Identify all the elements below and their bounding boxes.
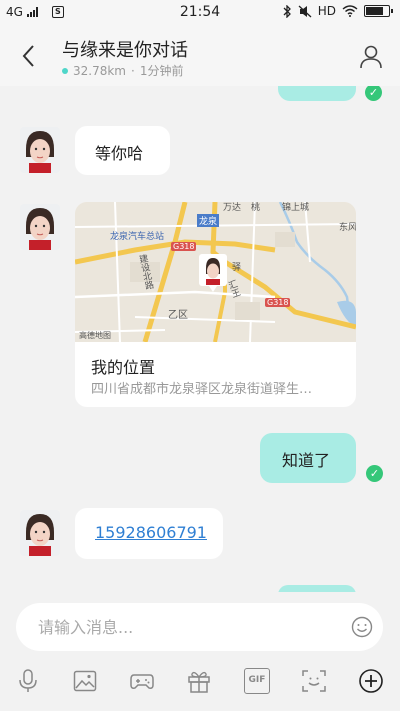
read-check-icon: ✓ bbox=[366, 465, 383, 482]
back-arrow-icon[interactable] bbox=[18, 42, 42, 70]
read-check-icon: ✓ bbox=[365, 86, 382, 101]
chat-title: 与缘来是你对话 bbox=[62, 40, 188, 61]
map-label: 锦上城 bbox=[282, 203, 310, 213]
face-scan-icon[interactable] bbox=[301, 668, 327, 694]
hd-indicator: HD bbox=[317, 4, 336, 18]
location-map[interactable]: 万达 桃 锦上城 龙泉 东风 龙泉汽车总站 G318 驿 建设北路 汇王 G31… bbox=[75, 202, 356, 342]
microphone-icon[interactable] bbox=[15, 668, 41, 694]
avatar[interactable] bbox=[20, 204, 60, 250]
message-bubble[interactable]: 等你哈 bbox=[75, 126, 170, 175]
status-right: HD bbox=[282, 4, 393, 18]
last-seen: 1分钟前 bbox=[139, 64, 184, 78]
message-input-container bbox=[16, 603, 383, 651]
image-icon[interactable] bbox=[72, 668, 98, 694]
gif-label: GIF bbox=[248, 675, 266, 685]
distance: 32.78km bbox=[73, 63, 126, 78]
message-input[interactable] bbox=[38, 615, 338, 639]
avatar[interactable] bbox=[20, 127, 60, 173]
map-label: 东风 bbox=[339, 223, 356, 233]
avatar[interactable] bbox=[20, 510, 60, 556]
map-label: 桃 bbox=[251, 203, 261, 213]
partial-outgoing-bubble bbox=[278, 585, 356, 592]
battery-icon bbox=[364, 5, 393, 17]
online-dot-icon bbox=[62, 67, 68, 74]
user-status: 32.78km · 1分钟前 bbox=[62, 62, 183, 79]
profile-icon[interactable] bbox=[358, 43, 384, 69]
map-label: 龙泉 bbox=[197, 214, 220, 227]
road-tag: G318 bbox=[265, 298, 291, 307]
map-label: 乙区 bbox=[168, 310, 188, 321]
location-title: 我的位置 bbox=[91, 358, 156, 377]
wifi-icon bbox=[342, 5, 358, 17]
map-label: 万达 bbox=[223, 203, 242, 213]
message-list[interactable]: ✓ 等你哈 万达 桃 锦上城 龙泉 东风 龙泉汽车总站 G318 驿 建设北路 … bbox=[0, 86, 400, 592]
gift-icon[interactable] bbox=[186, 668, 212, 694]
phone-number-link[interactable]: 15928606791 bbox=[95, 523, 207, 542]
location-card[interactable]: 万达 桃 锦上城 龙泉 东风 龙泉汽车总站 G318 驿 建设北路 汇王 G31… bbox=[75, 202, 356, 407]
message-bubble-outgoing[interactable]: 知道了 bbox=[260, 433, 356, 483]
mute-icon bbox=[298, 5, 312, 17]
map-label: 驿 bbox=[232, 263, 242, 273]
map-label: 高德地图 bbox=[79, 331, 111, 340]
chat-header: 与缘来是你对话 32.78km · 1分钟前 bbox=[0, 26, 400, 86]
partial-outgoing-bubble bbox=[278, 86, 356, 101]
gif-icon[interactable]: GIF bbox=[244, 668, 270, 694]
separator: · bbox=[131, 63, 135, 78]
bluetooth-icon bbox=[283, 4, 291, 18]
location-address: 四川省成都市龙泉驿区龙泉街道驿生… bbox=[91, 382, 313, 397]
input-toolbar: GIF bbox=[0, 662, 400, 702]
add-more-icon[interactable] bbox=[358, 668, 384, 694]
map-label: 龙泉汽车总站 bbox=[110, 232, 165, 242]
status-bar: 4G S 21:54 HD bbox=[0, 0, 400, 26]
message-text: 知道了 bbox=[282, 451, 331, 470]
game-controller-icon[interactable] bbox=[129, 668, 155, 694]
message-bubble[interactable]: 15928606791 bbox=[75, 508, 223, 559]
emoji-icon[interactable] bbox=[351, 616, 373, 638]
road-tag: G318 bbox=[171, 242, 197, 251]
message-text: 等你哈 bbox=[95, 144, 144, 163]
